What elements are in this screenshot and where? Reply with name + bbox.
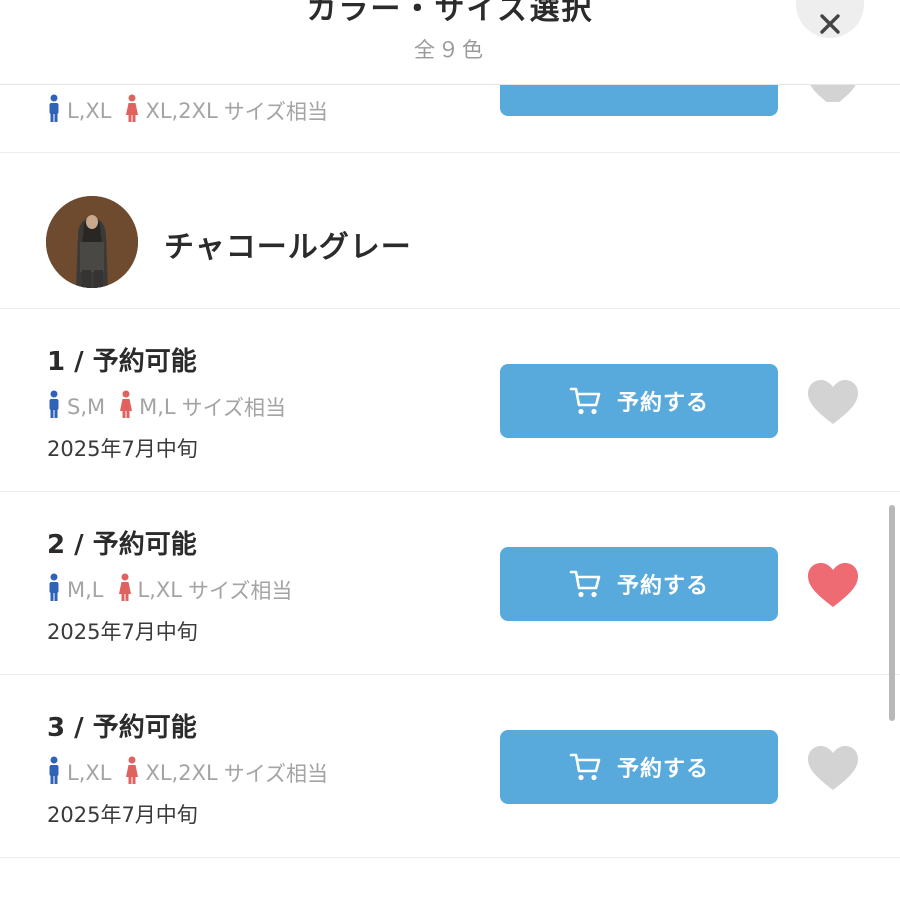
color-count: 全９色: [414, 38, 486, 62]
row-heading: 2 / 予約可能: [47, 524, 197, 561]
heart-icon[interactable]: [806, 379, 860, 427]
cart-icon: [569, 569, 603, 599]
reserve-button[interactable]: 予約する: [500, 730, 778, 804]
heart-icon[interactable]: [806, 562, 860, 610]
male-sizes: S,M: [67, 394, 106, 419]
row-heading: 3 / 予約可能: [47, 707, 197, 744]
scrollbar[interactable]: [889, 505, 895, 721]
female-sizes: XL,2XL: [145, 760, 218, 785]
modal-header: カラー・サイズ選択 全９色: [0, 0, 900, 85]
color-name: チャコールグレー: [164, 230, 412, 265]
size-row: 2 / 予約可能 M,L L,XL サイズ相当 2025年7月中旬 予約する: [0, 492, 900, 675]
female-person-icon: [125, 94, 139, 127]
male-person-icon: [47, 756, 61, 789]
modal-title: カラー・サイズ選択: [306, 0, 594, 27]
availability-status: 予約可能: [92, 347, 197, 377]
male-sizes: M,L: [67, 577, 104, 602]
reserve-button-label: 予約する: [616, 574, 709, 599]
reserve-button-label: 予約する: [616, 757, 709, 782]
size-equivalent-label: サイズ相当: [187, 578, 293, 603]
row-number: 1 /: [47, 347, 84, 377]
size-row: 1 / 予約可能 S,M M,L サイズ相当 2025年7月中旬 予約する: [0, 309, 900, 492]
reserve-button[interactable]: 予約する: [500, 547, 778, 621]
male-person-icon: [47, 390, 61, 423]
size-row-previous: L,XL XL,2XL サイズ相当: [0, 63, 900, 153]
color-section-header: チャコールグレー: [0, 152, 900, 309]
row-number: 2 /: [47, 530, 84, 560]
size-equivalent-label: サイズ相当: [181, 395, 286, 420]
male-sizes: L,XL: [67, 98, 112, 123]
size-equivalent-label: サイズ相当: [223, 761, 329, 786]
row-heading: 1 / 予約可能: [47, 341, 197, 378]
heart-icon[interactable]: [806, 745, 860, 793]
availability-date: 2025年7月中旬: [47, 620, 198, 644]
female-person-icon: [118, 573, 132, 606]
size-row: 3 / 予約可能 L,XL XL,2XL サイズ相当 2025年7月中旬 予約す…: [0, 675, 900, 858]
close-button[interactable]: [796, 0, 864, 38]
availability-date: 2025年7月中旬: [47, 437, 198, 461]
reserve-button[interactable]: 予約する: [500, 364, 778, 438]
size-info: L,XL XL,2XL サイズ相当: [47, 94, 328, 127]
female-sizes: XL,2XL: [145, 98, 218, 123]
cart-icon: [569, 386, 603, 416]
cart-icon: [569, 752, 603, 782]
size-info: M,L L,XL サイズ相当: [47, 573, 292, 606]
color-thumbnail: [46, 196, 138, 288]
female-sizes: L,XL: [137, 577, 182, 602]
reserve-button-label: 予約する: [616, 391, 709, 416]
availability-status: 予約可能: [92, 530, 197, 560]
close-icon: [819, 13, 841, 35]
female-person-icon: [119, 390, 133, 423]
female-person-icon: [125, 756, 139, 789]
size-info: S,M M,L サイズ相当: [47, 390, 286, 423]
male-sizes: L,XL: [67, 760, 112, 785]
row-number: 3 /: [47, 713, 84, 743]
male-person-icon: [47, 94, 61, 127]
male-person-icon: [47, 573, 61, 606]
size-info: L,XL XL,2XL サイズ相当: [47, 756, 328, 789]
availability-date: 2025年7月中旬: [47, 803, 198, 827]
female-sizes: M,L: [139, 394, 176, 419]
availability-status: 予約可能: [92, 713, 197, 743]
size-equivalent-label: サイズ相当: [223, 99, 329, 124]
